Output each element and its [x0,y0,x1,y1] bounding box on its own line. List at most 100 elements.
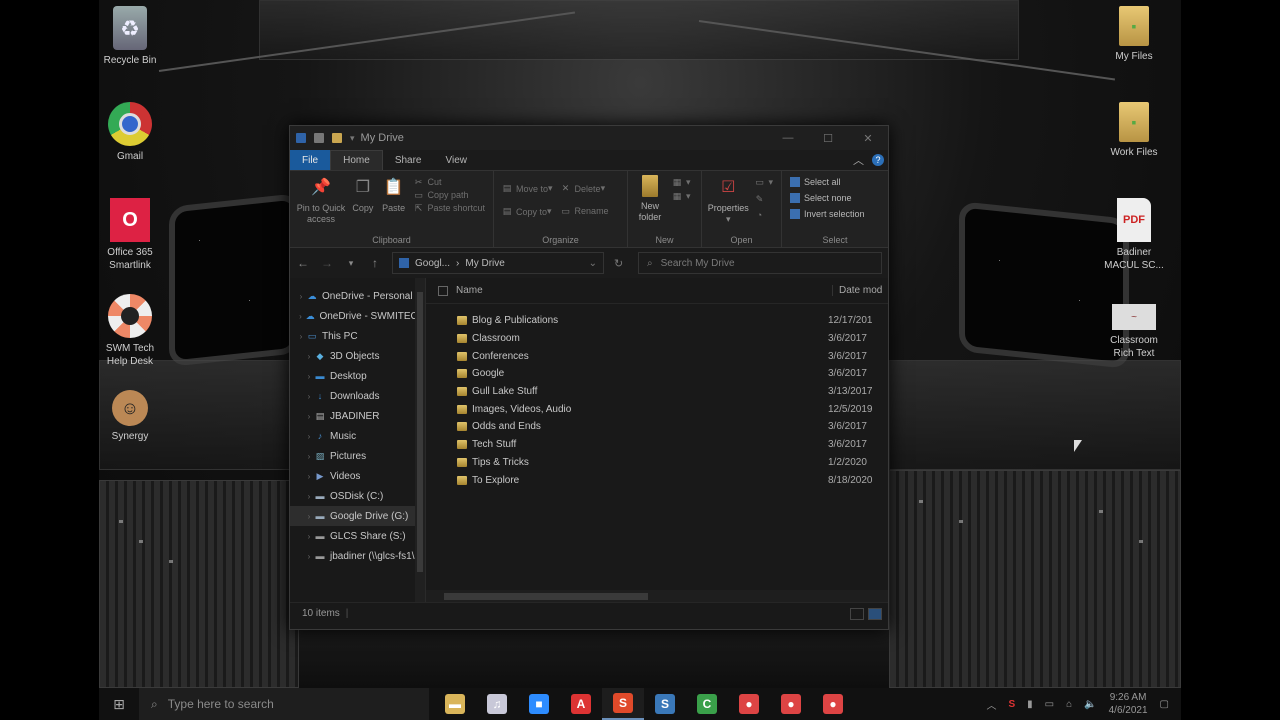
new-folder-button[interactable]: New folder [632,175,668,231]
minimize-button[interactable]: — [768,126,808,150]
large-icons-view-button[interactable] [868,607,882,620]
open-button[interactable]: ▭ ▾ [754,177,773,188]
taskbar-search-box[interactable]: ⌕ Type here to search [139,688,429,720]
taskbar-app-camtasia[interactable]: C [686,688,728,720]
battery-icon[interactable]: ▭ [1045,699,1054,710]
recent-locations-button[interactable]: ▾ [344,258,358,269]
nav-item[interactable]: › ☁ OneDrive - SWMITECH [290,306,425,326]
expand-chevron-icon[interactable]: › [304,532,314,541]
file-row[interactable]: Tips & Tricks 1/2/2020 [426,454,888,472]
usb-icon[interactable]: ▮ [1027,699,1033,710]
nav-item[interactable]: › ♪ Music [290,426,425,446]
tab-file[interactable]: File [290,150,331,170]
taskbar-app-file-explorer[interactable]: ▬ [434,688,476,720]
screencast-tray-icon[interactable]: S [1008,699,1015,710]
clock[interactable]: 9:26 AM 4/6/2021 [1109,691,1148,717]
nav-item[interactable]: › ▬ Google Drive (G:) [290,506,425,526]
cut-button[interactable]: ✂ Cut [413,177,485,188]
rename-button[interactable]: ▭ Rename [561,206,608,217]
taskbar-app-itunes[interactable]: ♫ [476,688,518,720]
expand-chevron-icon[interactable]: › [304,432,314,441]
expand-chevron-icon[interactable]: › [304,472,314,481]
copy-to-button[interactable]: ▤ Copy to ▾ [502,206,553,217]
address-bar[interactable]: Googl... › My Drive ⌄ [392,252,604,274]
taskbar-app-screencast-blue[interactable]: S [644,688,686,720]
show-hidden-icons-icon[interactable]: ︿ [986,697,996,712]
scrollbar-thumb[interactable] [417,292,423,572]
desktop-icon-office-365[interactable]: O Office 365 Smartlink [98,198,162,272]
start-button[interactable]: ⊞ [99,688,139,720]
breadcrumb-google-drive[interactable]: Googl... [415,258,450,269]
new-folder-quick-icon[interactable] [332,133,342,143]
desktop-icon-classroom-rtf[interactable]: ~ Classroom Rich Text [1102,294,1166,360]
file-row[interactable]: Images, Videos, Audio 12/5/2019 [426,400,888,418]
desktop-icon-badiner-pdf[interactable]: PDF Badiner MACUL SC... [1102,198,1166,272]
taskbar-app-chrome-1[interactable]: ● [728,688,770,720]
nav-item[interactable]: › ↓ Downloads [290,386,425,406]
nav-item[interactable]: › ▬ jbadiner (\\glcs-fs1\s [290,546,425,566]
expand-chevron-icon[interactable]: › [296,292,306,301]
invert-selection-button[interactable]: Invert selection [790,209,865,219]
desktop-icon-synergy[interactable]: ☺ Synergy [98,390,162,443]
move-to-button[interactable]: ▤ Move to ▾ [502,183,553,194]
copy-button[interactable]: ❐ Copy [348,175,378,231]
expand-chevron-icon[interactable]: › [296,332,306,341]
expand-chevron-icon[interactable]: › [304,512,314,521]
network-icon[interactable]: ⌂ [1066,699,1072,710]
edit-button[interactable]: ✎ [754,194,773,204]
nav-item[interactable]: › ▨ Pictures [290,446,425,466]
file-row[interactable]: Odds and Ends 3/6/2017 [426,418,888,436]
file-row[interactable]: Tech Stuff 3/6/2017 [426,436,888,454]
paste-shortcut-button[interactable]: ⇱ Paste shortcut [413,203,485,214]
expand-chevron-icon[interactable]: › [304,372,314,381]
nav-item[interactable]: › ▬ GLCS Share (S:) [290,526,425,546]
quick-access-dropdown-icon[interactable]: ▾ [350,133,355,144]
volume-icon[interactable]: 🔈 [1084,699,1096,710]
details-view-button[interactable] [850,607,864,620]
nav-item[interactable]: › ▬ OSDisk (C:) [290,486,425,506]
file-row[interactable]: Conferences 3/6/2017 [426,347,888,365]
nav-item[interactable]: › ▭ This PC [290,326,425,346]
expand-chevron-icon[interactable]: › [304,412,314,421]
close-button[interactable]: ✕ [848,126,888,150]
select-none-button[interactable]: Select none [790,193,865,203]
select-all-button[interactable]: Select all [790,177,865,187]
desktop-icon-work-files[interactable]: ▪ Work Files [1102,102,1166,159]
file-row[interactable]: Gull Lake Stuff 3/13/2017 [426,383,888,401]
new-item-button[interactable]: ▦ ▾ [672,177,691,188]
expand-chevron-icon[interactable]: › [304,392,314,401]
search-input[interactable]: ⌕ Search My Drive [638,252,882,274]
column-name[interactable]: Name [456,285,832,296]
file-row[interactable]: Classroom 3/6/2017 [426,330,888,348]
properties-button[interactable]: ☑ Properties ▾ [706,175,750,231]
select-all-checkbox[interactable] [438,285,448,296]
expand-chevron-icon[interactable]: › [304,352,314,361]
desktop-icon-gmail[interactable]: Gmail [98,102,162,163]
desktop-icon-help-desk[interactable]: SWM Tech Help Desk [98,294,162,368]
taskbar-app-screencast-red[interactable]: S [602,688,644,720]
taskbar-app-acrobat[interactable]: A [560,688,602,720]
tab-home[interactable]: Home [330,150,383,170]
nav-item[interactable]: › ☁ OneDrive - Personal [290,286,425,306]
column-date-modified[interactable]: Date mod [832,285,882,296]
taskbar-app-zoom[interactable]: ■ [518,688,560,720]
breadcrumb-my-drive[interactable]: My Drive [465,258,504,269]
file-row[interactable]: Google 3/6/2017 [426,365,888,383]
nav-item[interactable]: › ▤ JBADINER [290,406,425,426]
delete-button[interactable]: ✕ Delete ▾ [561,183,609,194]
taskbar-app-chrome-3[interactable]: ● [812,688,854,720]
tab-view[interactable]: View [434,150,480,170]
tab-share[interactable]: Share [383,150,434,170]
nav-item[interactable]: › ▬ Desktop [290,366,425,386]
notifications-icon[interactable]: ▢ [1160,699,1169,710]
expand-chevron-icon[interactable]: › [304,492,314,501]
scrollbar-thumb[interactable] [444,593,648,600]
expand-chevron-icon[interactable]: › [304,452,314,461]
horizontal-scrollbar[interactable] [426,590,888,602]
up-button[interactable]: ↑ [368,256,382,270]
properties-quick-icon[interactable] [314,133,324,143]
easy-access-button[interactable]: ▦ ▾ [672,191,691,202]
refresh-button[interactable]: ↻ [614,257,628,270]
forward-button[interactable]: → [320,256,334,270]
nav-scrollbar[interactable] [415,278,425,602]
